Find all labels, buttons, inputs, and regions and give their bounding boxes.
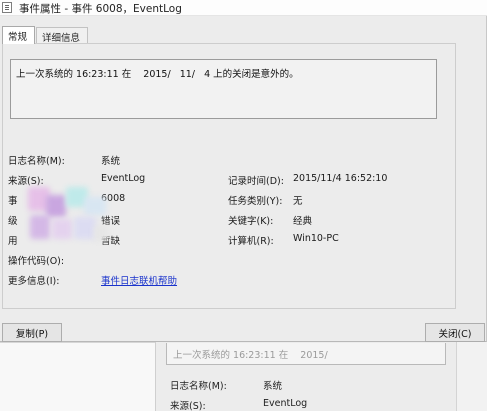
user-label: 用 — [8, 236, 18, 247]
logged-label: 记录时间(D): — [228, 176, 284, 187]
level-label: 级 — [8, 216, 18, 227]
keywords-value: 经典 — [293, 216, 313, 227]
copy-button[interactable]: 复制(P) — [2, 323, 62, 342]
logged-value: 2015/11/4 16:52:10 — [293, 173, 388, 184]
task-category-label: 任务类别(Y): — [228, 196, 283, 207]
background-log-name-value: 系统 — [263, 381, 283, 392]
event-id-label: 事 — [8, 196, 18, 207]
background-log-name-label: 日志名称(M): — [170, 381, 227, 392]
task-category-value: 无 — [293, 196, 303, 207]
log-name-label: 日志名称(M): — [8, 156, 65, 167]
background-source-label: 来源(S): — [170, 401, 206, 411]
blurred-redaction — [24, 183, 110, 247]
keywords-label: 关键字(K): — [228, 216, 274, 227]
event-description-box[interactable]: 上一次系统的 16:23:11 在 2015/ 11/ 4 上的关闭是意外的。 — [10, 59, 437, 119]
event-description: 上一次系统的 16:23:11 在 2015/ 11/ 4 上的关闭是意外的。 — [16, 69, 299, 80]
event-viewer-icon — [2, 2, 12, 13]
background-description: 上一次系统的 16:23:11 在 2015/ — [166, 343, 446, 365]
tab-general[interactable]: 常规 — [2, 26, 35, 44]
background-source-value: EventLog — [263, 398, 308, 409]
tab-details[interactable]: 详细信息 — [36, 27, 88, 44]
computer-value: Win10-PC — [293, 233, 339, 244]
log-name-value: 系统 — [101, 156, 121, 167]
title-bar: 事件属性 - 事件 6008，EventLog — [0, 0, 487, 16]
background-left-pane — [0, 342, 155, 411]
event-log-online-help-link[interactable]: 事件日志联机帮助 — [101, 273, 177, 287]
computer-label: 计算机(R): — [228, 236, 274, 247]
more-info-label: 更多信息(I): — [8, 276, 60, 287]
close-button[interactable]: 关闭(C) — [425, 323, 485, 342]
window-title: 事件属性 - 事件 6008，EventLog — [19, 3, 182, 15]
op-code-label: 操作代码(O): — [8, 256, 65, 267]
